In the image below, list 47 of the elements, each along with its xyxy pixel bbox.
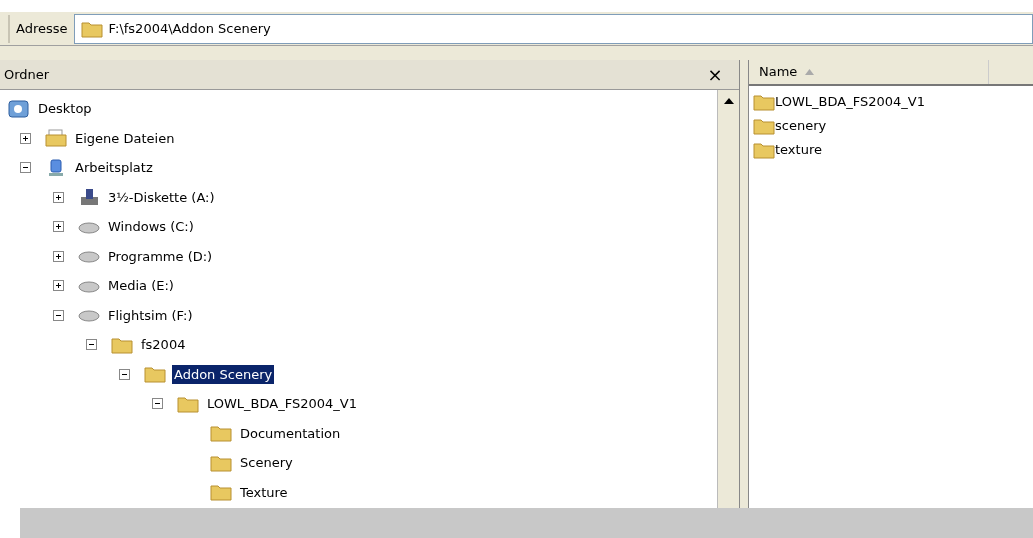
file-item[interactable]: LOWL_BDA_FS2004_V1 bbox=[775, 92, 925, 112]
tree-item[interactable]: fs2004 bbox=[139, 335, 188, 355]
folder-icon bbox=[210, 424, 232, 443]
documents-folder-icon bbox=[45, 129, 67, 148]
expand-icon[interactable] bbox=[53, 250, 64, 262]
tree-item[interactable]: Eigene Dateien bbox=[73, 128, 177, 148]
collapse-icon[interactable] bbox=[152, 398, 163, 410]
address-value: F:\fs2004\Addon Scenery bbox=[108, 19, 271, 38]
folder-icon bbox=[144, 365, 166, 384]
expand-icon[interactable] bbox=[53, 191, 64, 203]
tree-item[interactable]: Documentation bbox=[238, 423, 343, 443]
close-button[interactable]: × bbox=[703, 62, 727, 87]
expand-icon[interactable] bbox=[53, 280, 64, 292]
folder-icon bbox=[753, 141, 775, 159]
file-item[interactable]: texture bbox=[775, 140, 822, 160]
folder-icon bbox=[177, 394, 199, 413]
folder-icon bbox=[210, 483, 232, 502]
tree-item[interactable]: Desktop bbox=[36, 99, 94, 119]
folder-icon bbox=[80, 19, 103, 38]
expand-icon[interactable] bbox=[53, 221, 64, 233]
collapse-icon[interactable] bbox=[119, 368, 130, 380]
tree-item[interactable]: LOWL_BDA_FS2004_V1 bbox=[205, 394, 359, 414]
scroll-up-arrow-icon[interactable] bbox=[722, 96, 735, 106]
scrollbar[interactable] bbox=[717, 90, 739, 508]
folder-icon bbox=[753, 117, 775, 135]
expand-icon[interactable] bbox=[20, 132, 31, 144]
desktop-icon bbox=[8, 99, 30, 118]
collapse-icon[interactable] bbox=[20, 162, 31, 174]
sort-up-icon bbox=[805, 69, 815, 75]
collapse-icon[interactable] bbox=[53, 309, 64, 321]
tree-item[interactable]: Media (E:) bbox=[106, 276, 176, 296]
floppy-drive-icon bbox=[78, 188, 100, 207]
file-item[interactable]: scenery bbox=[775, 116, 827, 136]
folder-icon bbox=[111, 335, 133, 354]
collapse-icon[interactable] bbox=[86, 339, 97, 351]
tree-item[interactable]: Arbeitsplatz bbox=[73, 158, 155, 178]
tree-item[interactable]: 3½-Diskette (A:) bbox=[106, 187, 217, 207]
tree-item[interactable]: Addon Scenery bbox=[172, 364, 275, 384]
tree-item[interactable]: Windows (C:) bbox=[106, 217, 196, 237]
tree-item[interactable]: Texture bbox=[238, 482, 290, 502]
folder-icon bbox=[210, 453, 232, 472]
folder-icon bbox=[753, 93, 775, 111]
tree-item[interactable]: Scenery bbox=[238, 453, 295, 473]
tree-item[interactable]: Programme (D:) bbox=[106, 246, 215, 266]
pane-title: Ordner bbox=[4, 65, 50, 84]
address-field[interactable]: F:\fs2004\Addon Scenery bbox=[73, 13, 1033, 44]
tree-item[interactable]: Flightsim (F:) bbox=[106, 305, 195, 325]
